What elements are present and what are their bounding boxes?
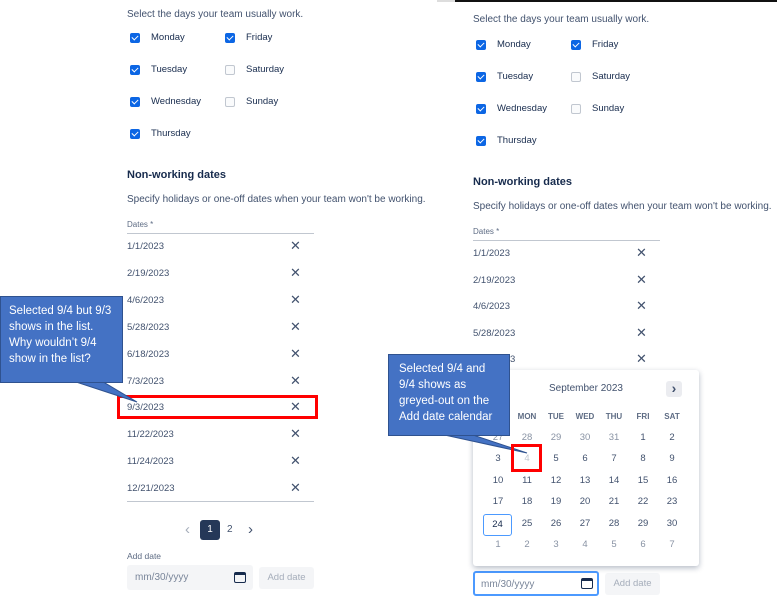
left-callout: Selected 9/4 but 9/3 shows in the list. … [0,296,123,383]
highlight-box-sep-4 [511,444,542,472]
right-callout: Selected 9/4 and 9/4 shows as greyed-out… [388,354,510,436]
left-callout-tail [69,379,138,403]
